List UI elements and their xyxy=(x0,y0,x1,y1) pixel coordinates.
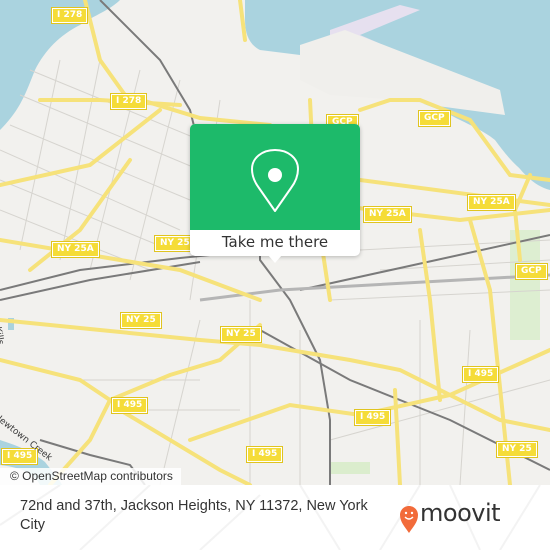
route-shield: NY 25A xyxy=(51,241,100,258)
destination-address: 72nd and 37th, Jackson Heights, NY 11372… xyxy=(20,498,368,533)
route-shield: I 495 xyxy=(110,397,149,414)
route-shield: NY 25A xyxy=(467,194,516,211)
route-shield: NY 25 xyxy=(496,441,538,458)
popup-header[interactable] xyxy=(190,124,360,230)
map-attribution[interactable]: © OpenStreetMap contributors xyxy=(0,468,181,485)
moovit-logo-icon xyxy=(400,506,418,533)
route-shield: NY 25 xyxy=(220,326,262,343)
route-shield: I 495 xyxy=(461,366,500,383)
moovit-brand: moovit xyxy=(420,499,501,527)
route-shield: I 278 xyxy=(109,93,148,110)
popup-pointer xyxy=(268,255,282,263)
map-canvas[interactable]: I 278 I 278 GCP GCP GCP NY 25A NY 25A NY… xyxy=(0,0,550,485)
route-shield: NY 25A xyxy=(363,206,412,223)
route-shield: GCP xyxy=(418,110,451,127)
route-shield: I 495 xyxy=(245,446,284,463)
route-shield: GCP xyxy=(515,263,548,280)
route-shield: I 278 xyxy=(50,7,89,24)
park xyxy=(330,462,370,474)
take-me-there-button[interactable]: Take me there xyxy=(190,230,360,256)
park xyxy=(510,230,540,340)
map-pin-icon xyxy=(251,149,299,212)
route-shield: NY 25 xyxy=(120,312,162,329)
route-shield: I 495 xyxy=(353,409,392,426)
take-me-there-popup[interactable]: Take me there xyxy=(190,124,360,263)
